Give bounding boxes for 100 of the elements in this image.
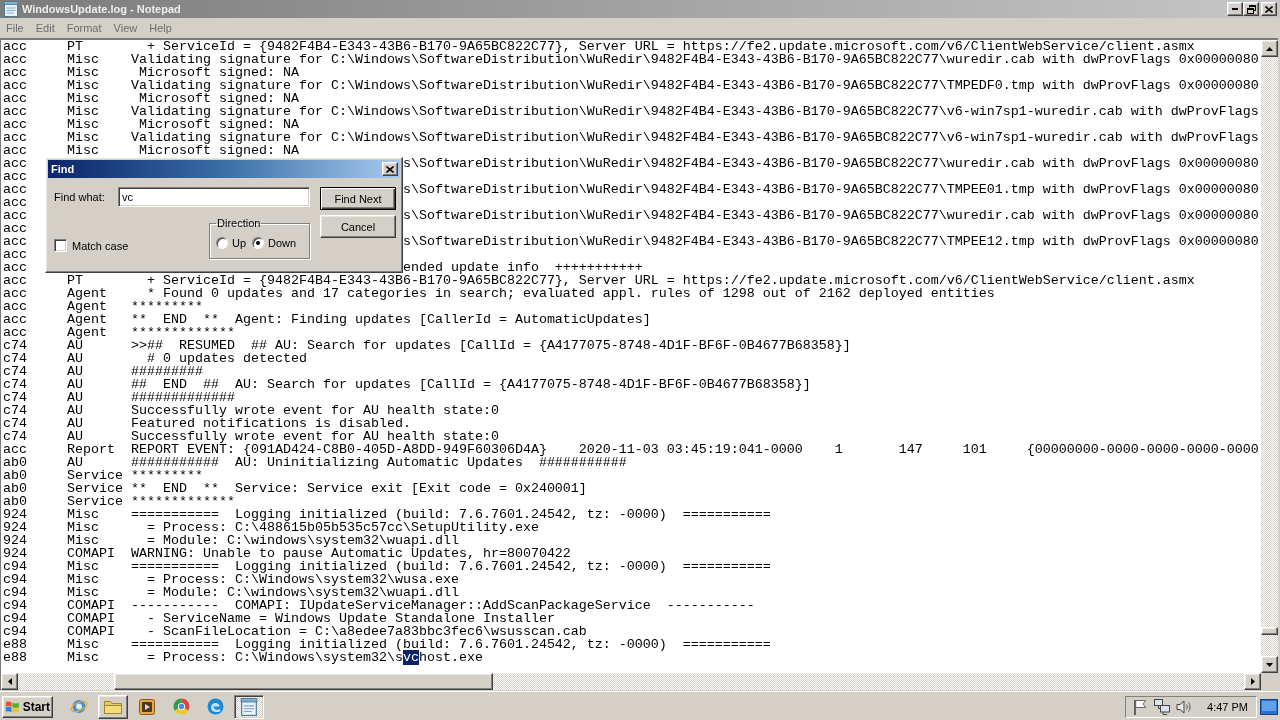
right-arrow-icon [1250, 678, 1255, 685]
menu-item[interactable]: Edit [29, 21, 61, 35]
log-line: acc [3, 222, 27, 235]
circle-logo-icon [172, 698, 190, 715]
log-line: acc Misc Validating signature for C:\Windows\SoftwareDistribution\WuRedir\9482F4B4-E343-43B6-B170-9A65BC822C77\v6-win7sp1-wuredir.cab with dwProvFlags [3, 105, 1259, 118]
log-line: acc [3, 209, 27, 222]
log-line: s\SoftwareDistribution\WuRedir\9482F4B4-E343-43B6-B170-9A65BC822C77\wuredir.cab with dwProvFlags 0x00000080 [402, 209, 1259, 222]
down-arrow-icon [1266, 662, 1273, 667]
log-line: acc [3, 196, 27, 209]
scroll-right-button[interactable] [1244, 673, 1261, 690]
scrollbar-thumb[interactable] [114, 673, 493, 690]
log-line: acc Misc Microsoft signed: NA [3, 144, 299, 157]
log-line: acc Agent * Found 0 updates and 17 categories in search; evaluated appl. rules of 1298 out of 2162 deployed entities [3, 287, 995, 300]
swirl-icon [206, 698, 224, 715]
log-line: c94 COMAPI ----------- COMAPI: IUpdateServiceManager::AddScanPackageService ----------- [3, 599, 755, 612]
folder-icon [104, 699, 122, 714]
log-line: 924 Misc =========== Logging initialized (build: 7.6.7601.24542, tz: -0000) =========== [3, 508, 771, 521]
log-line: c74 AU Successfully wrote event for AU health state:0 [3, 404, 499, 417]
log-line: acc Agent ********* [3, 300, 203, 313]
log-line: acc Misc Validating signature for C:\Windows\SoftwareDistribution\WuRedir\9482F4B4-E343-43B6-B170-9A65BC822C77\v6-win7sp1-wuredir.cab with dwProvFlags [3, 131, 1259, 144]
log-line: c74 AU Successfully wrote event for AU health state:0 [3, 430, 499, 443]
log-line: acc [3, 157, 27, 170]
text-editor[interactable] [1, 40, 1261, 673]
log-line: c74 AU ############# [3, 391, 235, 404]
left-arrow-icon [7, 678, 12, 685]
start-button[interactable]: Start [2, 695, 53, 718]
window-title: WindowsUpdate.log - Notepad [22, 3, 181, 15]
log-line: acc Misc Microsoft signed: NA [3, 66, 299, 79]
log-line: 924 Misc = Process: C:\488615b05b535c57cc\SetupUtility.exe [3, 521, 539, 534]
network-icon[interactable] [1154, 698, 1171, 715]
globe-icon [70, 698, 88, 715]
clock[interactable]: 4:47 PM [1207, 700, 1248, 713]
restore-button[interactable] [1243, 2, 1259, 16]
close-button[interactable] [382, 162, 398, 176]
checkbox-label: Match case [72, 239, 129, 252]
dialog-button[interactable]: Cancel [320, 215, 396, 238]
menu-item[interactable]: View [107, 21, 144, 35]
play-icon [139, 698, 155, 715]
log-line: c74 AU # 0 updates detected [3, 352, 307, 365]
log-line: ab0 Service ************* [3, 495, 235, 508]
log-line: c74 AU ######### [3, 365, 203, 378]
flag-logo-icon [5, 699, 20, 714]
close-icon [1265, 5, 1273, 13]
log-line: ab0 AU ########### AU: Uninitializing Automatic Updates ########### [3, 456, 627, 469]
log-line: c94 COMAPI - ServiceName = Windows Update Standalone Installer [3, 612, 555, 625]
log-line: s\SoftwareDistribution\WuRedir\9482F4B4-E343-43B6-B170-9A65BC822C77\TMPEE12.tmp with dwProvFlags 0x00000080 [402, 235, 1259, 248]
minimize-icon [1232, 8, 1238, 10]
menu-item[interactable]: Format [60, 21, 108, 35]
scroll-up-button[interactable] [1261, 40, 1278, 57]
log-line: e88 Misc =========== Logging initialized (build: 7.6.7601.24542, tz: -0000) =========== [3, 638, 771, 651]
find-what-field[interactable]: vc [118, 187, 310, 207]
log-line: ended update info +++++++++++ [402, 261, 643, 274]
log-line: s\SoftwareDistribution\WuRedir\9482F4B4-E343-43B6-B170-9A65BC822C77\wuredir.cab with dwProvFlags 0x00000080 [402, 157, 1259, 170]
taskbar-button[interactable] [234, 694, 264, 719]
log-line: acc Agent ** END ** Agent: Finding updates [CallerId = AutomaticUpdates] [3, 313, 651, 326]
log-line: c94 Misc = Process: C:\Windows\system32\wusa.exe [3, 573, 459, 586]
notepad-icon [3, 1, 19, 17]
log-line: s\SoftwareDistribution\WuRedir\9482F4B4-E343-43B6-B170-9A65BC822C77\TMPEE01.tmp with dwProvFlags 0x00000080 [402, 183, 1259, 196]
log-line: c94 Misc =========== Logging initialized (build: 7.6.7601.24542, tz: -0000) =========== [3, 560, 771, 573]
close-icon [386, 165, 394, 173]
close-button[interactable] [1261, 2, 1277, 16]
scroll-left-button[interactable] [1, 673, 18, 690]
log-line: acc [3, 170, 27, 183]
notepad-icon [240, 697, 258, 716]
log-line: acc Report REPORT EVENT: {091AD424-C8B0-405D-A8DD-949F60306D4A} 2020-11-03 03:45:19:041-0000 1 147 101 {00000000-0000-0000-0000-0000 [3, 443, 1259, 456]
radio-button[interactable] [252, 236, 265, 249]
log-line: acc [3, 183, 27, 196]
log-line: 924 Misc = Module: C:\windows\system32\wuapi.dll [3, 534, 459, 547]
dialog-button[interactable]: Find Next [320, 187, 396, 210]
log-line: c94 Misc = Module: C:\windows\system32\wuapi.dll [3, 586, 459, 599]
match-case-checkbox[interactable] [54, 239, 67, 252]
horizontal-scrollbar[interactable] [1, 673, 1261, 690]
flag-icon[interactable] [1132, 698, 1149, 715]
desktop-icon[interactable] [1260, 698, 1278, 715]
log-line: c74 AU Featured notifications is disabled. [3, 417, 411, 430]
log-line: c94 COMAPI - ScanFileLocation = C:\a8edee7a83bbc3fec6\wsusscan.cab [3, 625, 587, 638]
vertical-scrollbar[interactable] [1261, 40, 1278, 673]
log-line: acc Misc Validating signature for C:\Windows\SoftwareDistribution\WuRedir\9482F4B4-E343-43B6-B170-9A65BC822C77\wuredir.cab with dwProvFlags 0x00000080 [3, 53, 1259, 66]
speaker-icon[interactable] [1176, 698, 1193, 715]
menu-item[interactable]: Help [143, 21, 178, 35]
minimize-button[interactable] [1227, 2, 1243, 16]
log-line: acc Agent ************* [3, 326, 235, 339]
log-line: 924 COMAPI WARNING: Unable to pause Automatic Updates, hr=80070422 [3, 547, 571, 560]
log-line: c74 AU ## END ## AU: Search for updates [CallId = {A4177075-8748-4D1F-BF6F-0B4677B68358}] [3, 378, 811, 391]
log-line: acc Misc Microsoft signed: NA [3, 92, 299, 105]
log-line: c74 AU >>## RESUMED ## AU: Search for updates [CallId = {A4177075-8748-4D1F-BF6F-0B4677B68358}] [3, 339, 851, 352]
radio-label: Up [232, 236, 247, 249]
log-line: e88 Misc = Process: C:\Windows\system32\svchost.exe [3, 651, 483, 664]
group-label: Direction [216, 217, 262, 229]
scroll-down-button[interactable] [1261, 656, 1278, 673]
log-line: acc PT + ServiceId = {9482F4B4-E343-43B6-B170-9A65BC822C77}, Server URL = https://fe2.update.microsoft.com/v6/ClientWebService/client.asmx [3, 274, 1195, 287]
up-arrow-icon [1266, 46, 1273, 51]
radio-label: Down [268, 236, 297, 249]
menu-item[interactable]: File [0, 21, 30, 35]
log-line: acc Misc Validating signature for C:\Windows\SoftwareDistribution\WuRedir\9482F4B4-E343-43B6-B170-9A65BC822C77\TMPEDF0.tmp with dwProvFlags 0x00000080 [3, 79, 1259, 92]
field-label: Find what: [54, 191, 106, 203]
log-line: ab0 Service ********* [3, 469, 203, 482]
log-line: acc [3, 261, 27, 274]
scrollbar-thumb[interactable] [1261, 627, 1278, 635]
log-line: acc [3, 235, 27, 248]
